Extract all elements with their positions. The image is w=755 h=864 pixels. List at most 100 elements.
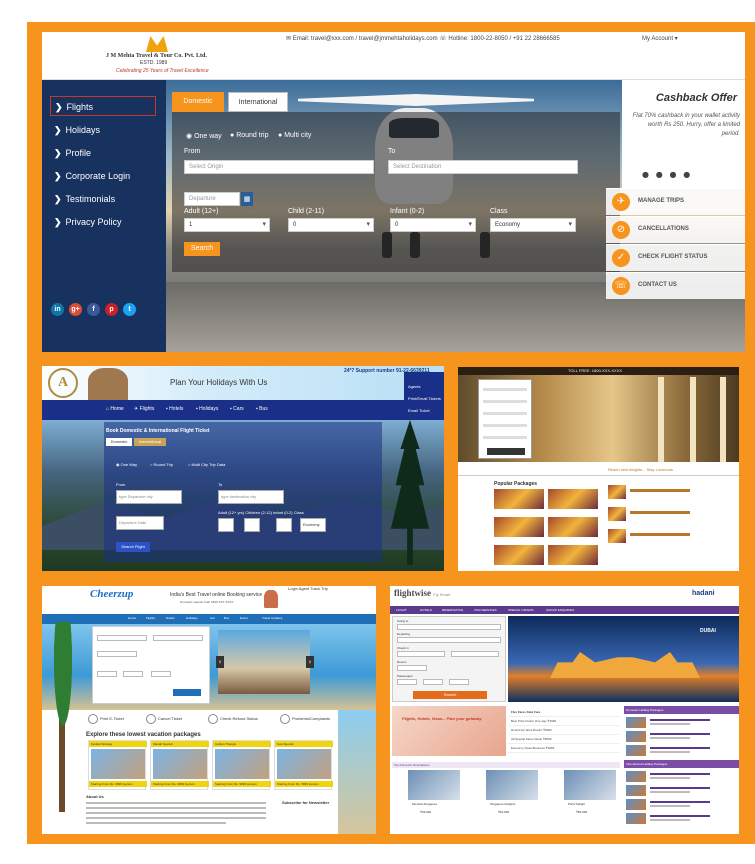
prev-arrow-icon[interactable]: ‹ [216,656,224,668]
origin-input[interactable]: type Departure city [116,490,182,504]
adult-select[interactable] [218,518,234,532]
origin-input[interactable]: Select Origin [184,160,374,174]
package-card[interactable]: Goa Special Starting From Rs. 9999 /pers… [274,740,333,790]
cancellations-button[interactable]: ⊘ CANCELLATIONS [606,216,745,243]
departure-date-input[interactable]: Departure Date [116,516,164,530]
sidebar-item-privacy-policy[interactable]: ❯ Privacy Policy [50,212,156,232]
sidebar-item-flights[interactable]: ❯ Flights [50,96,156,116]
package-card[interactable]: Manali Special Starting From Rs. 9999 /p… [150,740,209,790]
field[interactable] [483,424,527,427]
package-image[interactable] [548,517,598,537]
to-input[interactable] [153,635,203,641]
twitter-icon[interactable]: t [123,303,136,316]
complaints-link[interactable]: Problems/Complaints [280,714,330,726]
search-flight-button[interactable]: Search Flight [116,542,150,552]
passenger-select[interactable] [397,679,417,685]
side-item-email[interactable]: Email Ticket [408,408,430,413]
side-thumb[interactable] [608,529,626,543]
search-button[interactable]: Search [184,242,220,256]
nav-hotels[interactable]: ▪ Hotels [166,406,183,412]
contact-us-button[interactable]: ☏ CONTACT US [606,272,745,299]
search-button[interactable]: Search [413,691,487,699]
check-flight-status-button[interactable]: ✓ CHECK FLIGHT STATUS [606,244,745,271]
nav-travel-updates[interactable]: Travel Updates [262,616,282,620]
field[interactable] [483,388,527,391]
package-image[interactable] [494,517,544,537]
radio-round-trip[interactable]: ● Round trip [230,132,268,139]
field[interactable] [483,400,527,403]
radio-round-trip[interactable]: ○ Round Trip [150,462,173,467]
passenger-select[interactable] [449,679,469,685]
field[interactable] [483,412,527,415]
print-ticket-link[interactable]: Print E-Ticket [88,714,124,726]
infant-select[interactable] [151,671,171,677]
date-input[interactable] [97,651,137,657]
package-card[interactable]: Kerala Package Starting From Rs. 9999 /p… [88,740,147,790]
refund-status-link[interactable]: Check Refund Status [208,714,258,726]
tab-domestic[interactable]: Domestic [172,92,224,112]
side-thumb[interactable] [608,507,626,521]
calendar-icon[interactable]: ▦ [241,192,253,206]
cashback-offer-card[interactable]: Cashback Offer Flat 70% cashback in your… [622,80,745,188]
search-button[interactable] [487,448,525,455]
departing-input[interactable] [397,637,501,643]
list-item[interactable] [626,717,738,729]
list-item[interactable] [626,731,738,743]
table-row[interactable]: Best Price Finder One way ₹3999 [508,717,620,726]
list-item[interactable] [626,771,738,783]
package-card[interactable]: Golden Triangle Starting From Rs. 9999 /… [212,740,271,790]
side-item-print[interactable]: Print/Email Tickets [408,396,441,401]
nav-reservation[interactable]: RESERVATION [442,608,463,612]
destination-image[interactable] [408,770,460,800]
destination-image[interactable] [486,770,538,800]
rooms-select[interactable] [397,665,427,671]
featured-destination-image[interactable] [218,630,310,694]
nav-visa-services[interactable]: VISA SERVICES [474,608,497,612]
list-item[interactable] [626,785,738,797]
cancel-ticket-link[interactable]: Cancel Ticket [146,714,182,726]
carousel-dots[interactable]: ● ● ● ● [642,170,692,179]
facebook-icon[interactable]: f [87,303,100,316]
child-select[interactable] [123,671,143,677]
my-account-menu[interactable]: My Account ▾ [642,35,678,42]
nav-group-enquiries[interactable]: GROUP ENQUIRIES [546,608,574,612]
destination-input[interactable]: Select Destination [388,160,578,174]
radio-multi-city[interactable]: ● Multi city [278,132,311,139]
list-item[interactable] [626,813,738,825]
manage-trips-button[interactable]: ✈ MANAGE TRIPS [606,188,745,215]
package-image[interactable] [494,489,544,509]
sidebar-item-holidays[interactable]: ❯ Holidays [50,120,156,140]
list-item[interactable] [626,799,738,811]
nav-cars[interactable]: ▪ Cars [230,406,244,412]
sidebar-item-testimonials[interactable]: ❯ Testimonials [50,189,156,209]
search-button[interactable] [173,689,201,696]
nav-flights[interactable]: Flights [146,616,155,620]
field[interactable] [483,436,527,439]
nav-flights[interactable]: ✈ Flights [134,406,154,412]
table-row[interactable]: Economy Class Business ₹9999 [508,744,620,753]
package-image[interactable] [494,545,544,565]
tab-international[interactable]: International [134,438,166,446]
promo-banner[interactable]: Flights, Hotels, Visas... Plan your geta… [392,706,506,756]
from-input[interactable] [97,635,147,641]
passenger-select[interactable] [423,679,443,685]
class-select[interactable]: Economy [490,218,576,232]
radio-one-way[interactable]: ◉ One way [186,132,222,140]
list-item[interactable] [626,745,738,757]
nav-bus[interactable]: Bus [224,616,229,620]
package-image[interactable] [548,545,598,565]
nav-holidays[interactable]: Holidays [186,616,198,620]
google-plus-icon[interactable]: g+ [69,303,82,316]
destination-input[interactable]: type destination city [218,490,284,504]
child-select[interactable]: 0 [288,218,374,232]
pinterest-icon[interactable]: p [105,303,118,316]
table-row[interactable]: Round trip fares Return ₹5999 [508,726,620,735]
nav-hotels[interactable]: Hotels [166,616,175,620]
login-links[interactable]: Login Agent Track Trip [288,586,328,591]
nav-special-offers[interactable]: SPECIAL OFFERS [508,608,534,612]
nav-event[interactable]: Event [240,616,248,620]
destination-image[interactable] [564,770,616,800]
class-select[interactable]: Economy [300,518,326,532]
side-thumb[interactable] [608,485,626,499]
tab-domestic[interactable]: Domestic [106,438,132,446]
